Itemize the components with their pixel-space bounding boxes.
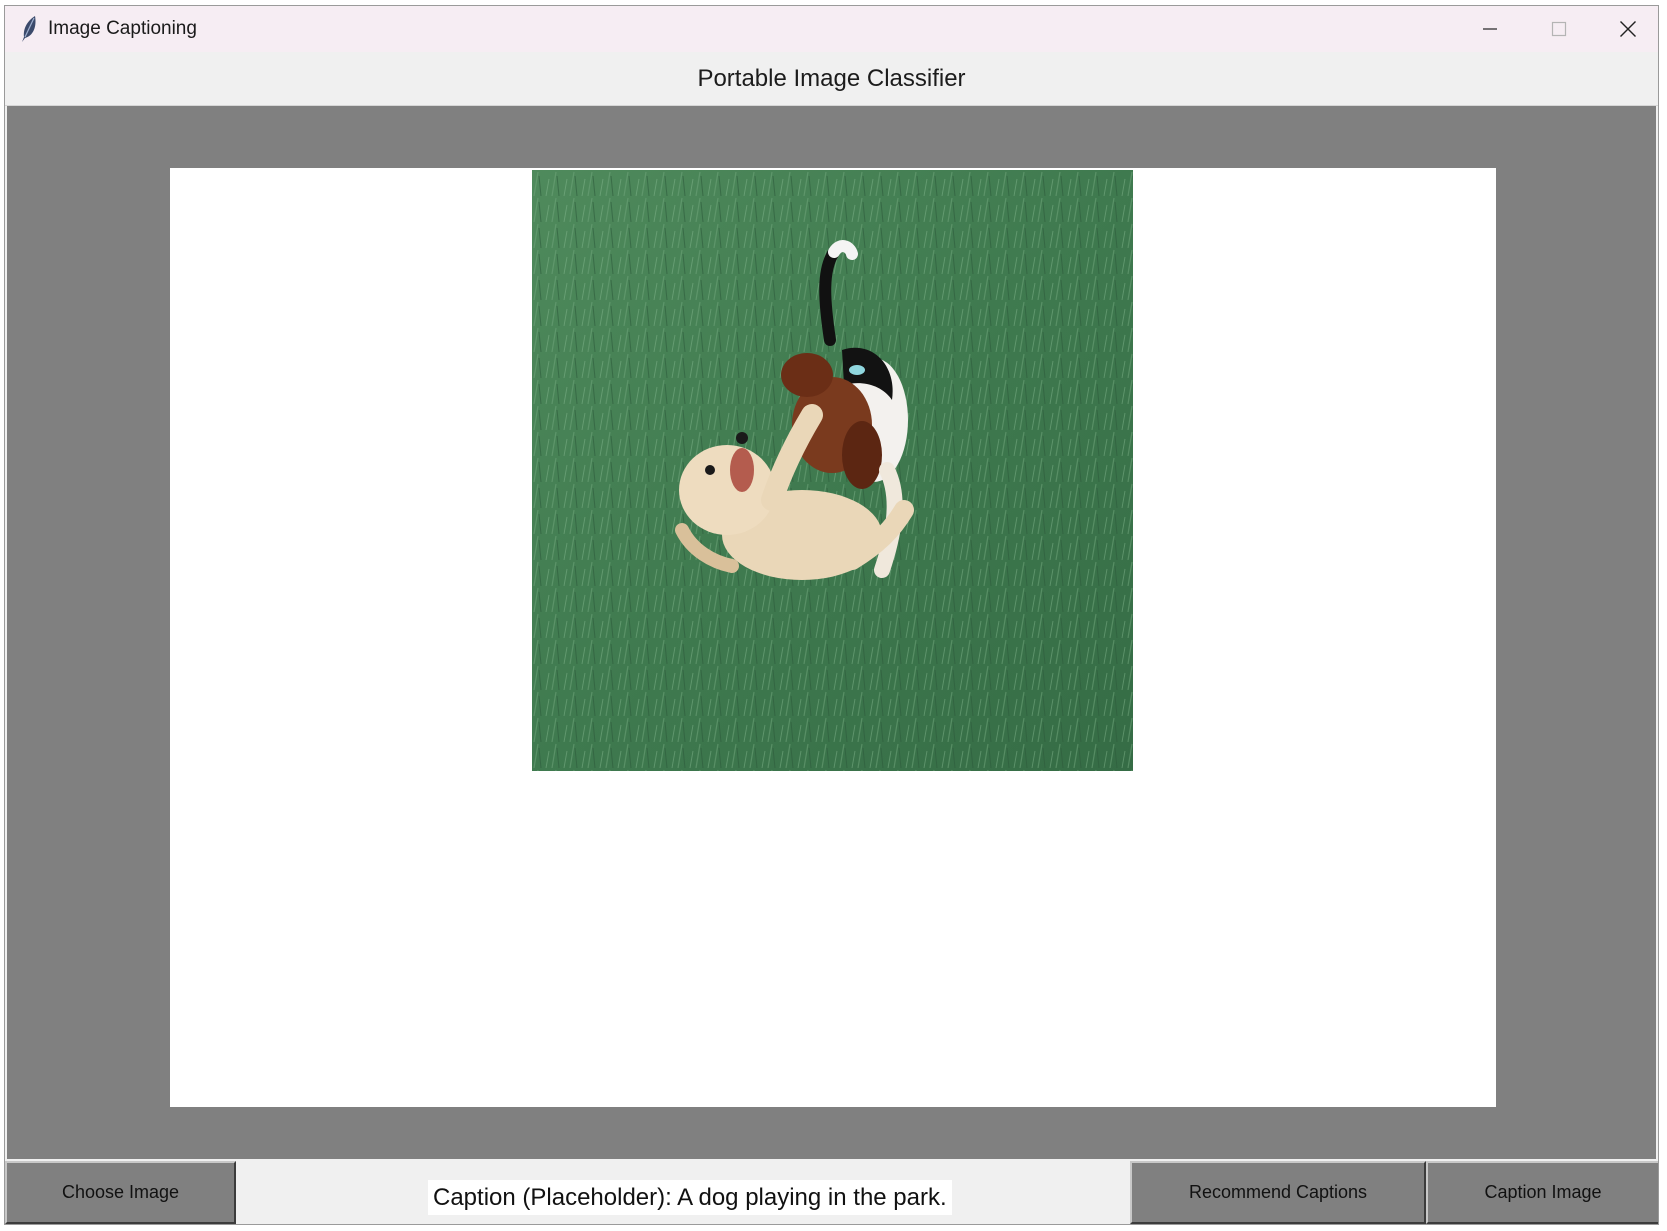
- feather-icon: [22, 16, 36, 42]
- puppies-photo: [532, 170, 1133, 771]
- photo-illustration: [532, 170, 1133, 771]
- maximize-icon: [1551, 21, 1567, 37]
- window-title: Image Captioning: [48, 18, 197, 39]
- minimize-button[interactable]: [1456, 6, 1524, 52]
- title-bar[interactable]: Image Captioning: [5, 6, 1658, 52]
- minimize-icon: [1483, 28, 1497, 30]
- image-canvas: [170, 168, 1496, 1107]
- bottom-toolbar: Choose Image Caption (Placeholder): A do…: [5, 1159, 1658, 1224]
- close-button[interactable]: [1594, 6, 1658, 52]
- caption-label: Caption (Placeholder): A dog playing in …: [428, 1180, 952, 1215]
- caption-image-button[interactable]: Caption Image: [1426, 1161, 1658, 1224]
- maximize-button[interactable]: [1525, 6, 1593, 52]
- recommend-captions-button[interactable]: Recommend Captions: [1130, 1161, 1426, 1224]
- choose-image-button[interactable]: Choose Image: [5, 1161, 236, 1224]
- page-title: Portable Image Classifier: [5, 52, 1658, 106]
- close-icon: [1620, 21, 1636, 37]
- app-window: Image Captioning Portable Image Classifi…: [4, 5, 1659, 1225]
- image-stage: [7, 106, 1656, 1159]
